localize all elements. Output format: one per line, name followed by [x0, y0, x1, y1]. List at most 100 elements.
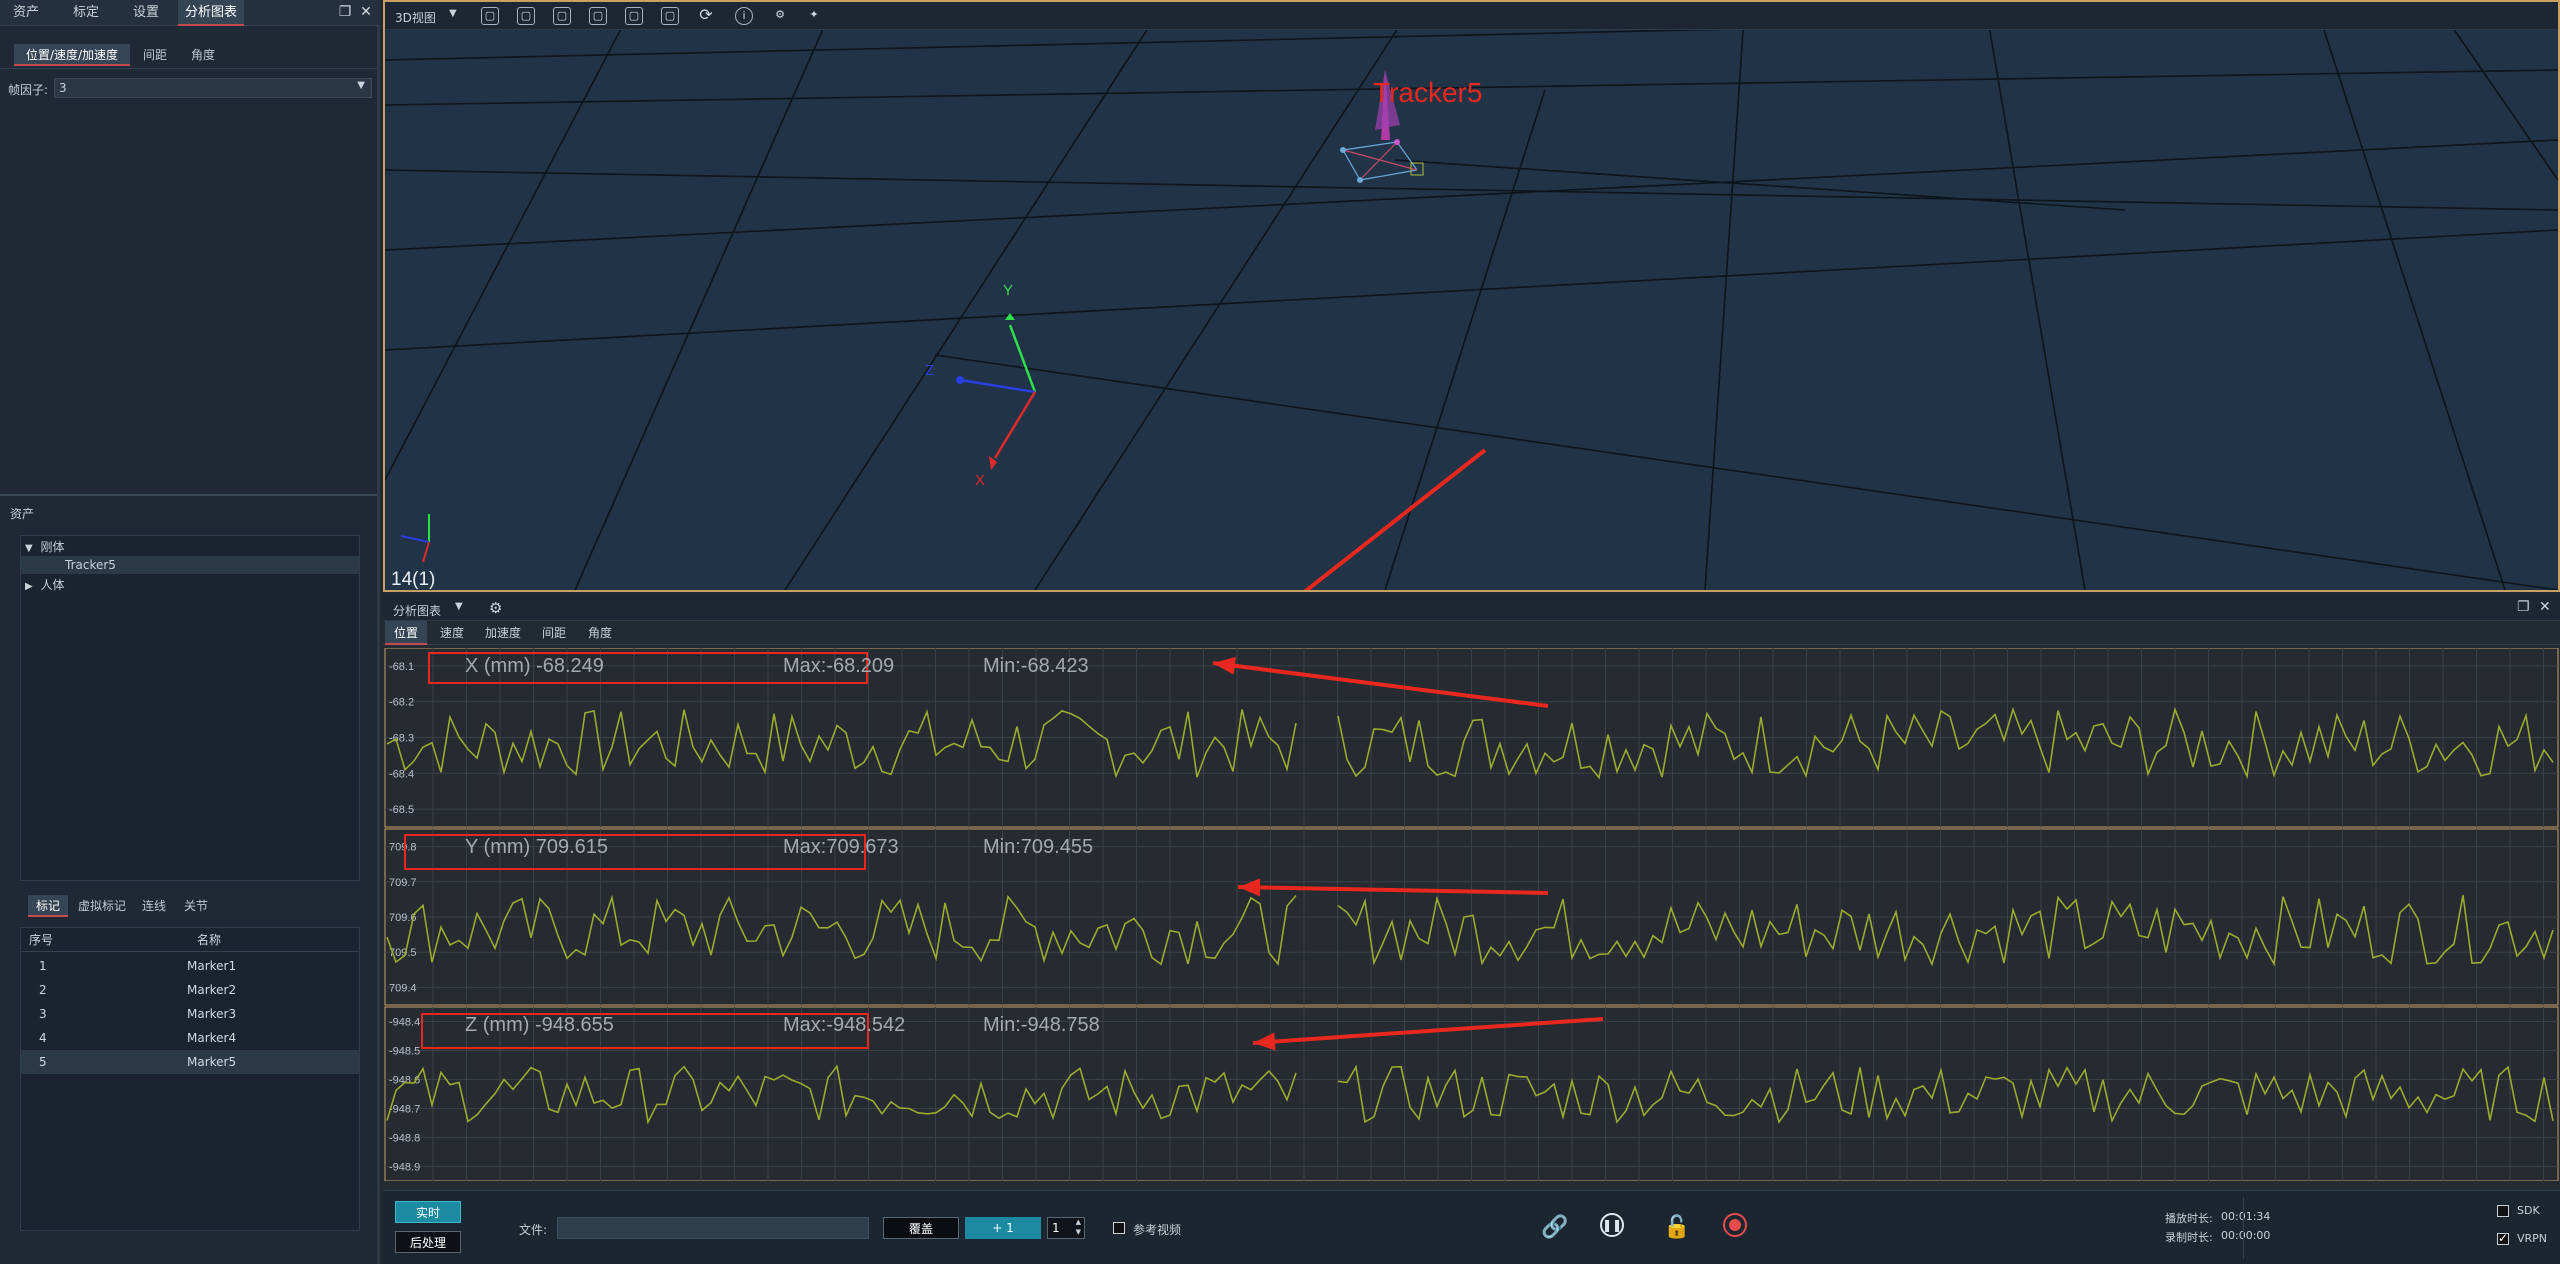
increment-stepper[interactable]: 1 ▲ ▼ — [1047, 1217, 1085, 1239]
table-row[interactable]: 5 Marker5 — [21, 1050, 359, 1074]
ref-video-checkbox[interactable] — [1113, 1222, 1125, 1234]
stepper-value: 1 — [1052, 1221, 1060, 1235]
restore-icon[interactable]: ❐ — [337, 4, 353, 20]
min-label: Min:709.455 — [983, 836, 1093, 858]
tick-label: 709.4 — [389, 982, 417, 994]
table-row[interactable]: 2 Marker2 — [21, 978, 359, 1002]
caret-down-icon: ▼ — [25, 543, 33, 554]
axis-x-label: X — [975, 472, 985, 489]
gear-icon[interactable]: ⚙ — [489, 599, 502, 617]
cell-name: Marker3 — [187, 1007, 237, 1021]
table-row[interactable]: 4 Marker4 — [21, 1026, 359, 1050]
subtab-pos-vel-acc[interactable]: 位置/速度/加速度 — [14, 44, 130, 66]
marker-tab-joints[interactable]: 关节 — [176, 895, 216, 917]
3d-view[interactable]: 3D视图 ▼ ▢ ▢ ▢ ▢ ▢ ▢ ⟳ i ⚙ ✦ Tracker5 Y Z … — [383, 0, 2560, 592]
tree-item-tracker5[interactable]: Tracker5 — [21, 556, 359, 574]
bottom-toolbar: 实时 后处理 文件: 覆盖 + 1 1 ▲ ▼ 参考视频 🔗 ❚❚ 🔓 播放时长… — [383, 1190, 2560, 1264]
robot-icon[interactable]: ⚙ — [771, 7, 789, 25]
3d-scene: Tracker5 Y Z X 14(1) — [385, 30, 2558, 590]
tab-analysis-chart[interactable]: 分析图表 — [178, 0, 244, 26]
tab-position[interactable]: 位置 — [385, 621, 427, 645]
view-bottom-icon[interactable]: ▢ — [661, 7, 679, 25]
stepper-up-icon[interactable]: ▲ — [1076, 1218, 1081, 1226]
postprocess-button[interactable]: 后处理 — [395, 1231, 461, 1253]
frame-info: 14(1) — [391, 569, 435, 590]
mini-axes-icon — [400, 514, 430, 563]
play-duration-label: 播放时长: — [2165, 1212, 2213, 1225]
chevron-down-icon[interactable]: ▼ — [449, 8, 457, 19]
series-label: X (mm) -68.249 — [465, 655, 604, 677]
assets-title: 资产 — [10, 507, 35, 521]
subtab-angle[interactable]: 角度 — [180, 44, 226, 66]
tab-acceleration[interactable]: 加速度 — [477, 621, 529, 645]
realtime-button[interactable]: 实时 — [395, 1201, 461, 1223]
table-row[interactable]: 1 Marker1 — [21, 954, 359, 978]
analysis-panel: 分析图表 ▼ ⚙ ❐ ✕ 位置 速度 加速度 间距 角度 -68.1 -68.2-… — [383, 595, 2560, 1264]
analysis-header: 分析图表 ▼ ⚙ ❐ ✕ — [383, 595, 2560, 621]
tree-item-rigid[interactable]: ▼ 刚体 — [25, 538, 65, 556]
cell-name: Marker2 — [187, 983, 237, 997]
tab-assets[interactable]: 资产 — [0, 0, 52, 26]
vrpn-checkbox[interactable] — [2497, 1231, 2509, 1245]
link-icon[interactable]: 🔗 — [1540, 1213, 1570, 1243]
record-icon[interactable] — [1723, 1213, 1747, 1237]
left-tabbar: 资产 标定 设置 分析图表 ❐ ✕ — [0, 0, 380, 26]
play-duration-value: 00:01:34 — [2221, 1210, 2271, 1223]
tick-label: -68.2 — [389, 697, 414, 709]
file-label: 文件: — [519, 1223, 548, 1237]
subtab-distance[interactable]: 间距 — [132, 44, 178, 66]
view-right-icon[interactable]: ▢ — [589, 7, 607, 25]
axis-z-label: Z — [925, 362, 934, 379]
info-icon[interactable]: i — [735, 7, 753, 25]
position-charts[interactable]: -68.1 -68.2 -68.3 -68.4 -68.5 X (mm) -68.249 M… — [383, 648, 2560, 1181]
frame-factor-label: 帧因子: — [8, 83, 49, 97]
tree-item-human[interactable]: ▶ 人体 — [25, 576, 65, 594]
chevron-down-icon[interactable]: ▼ — [455, 601, 463, 612]
cell-index: 5 — [39, 1055, 47, 1069]
restore-icon[interactable]: ❐ — [2517, 599, 2530, 615]
left-panel: 资产 标定 设置 分析图表 ❐ ✕ 位置/速度/加速度 间距 角度 帧因子: 3… — [0, 0, 380, 1264]
marker-tab-markers[interactable]: 标记 — [28, 895, 68, 917]
chart-1[interactable]: 709.8709.7709.6709.5709.4Y (mm) 709.615 M… — [384, 828, 2559, 1006]
pause-icon[interactable]: ❚❚ — [1600, 1213, 1624, 1237]
sdk-checkbox[interactable] — [2497, 1205, 2509, 1217]
min-label: Min:-68.423 — [983, 655, 1089, 677]
chart-2[interactable]: -948.4-948.5-948.6-948.7-948.8-948.9Z (m… — [384, 1006, 2559, 1181]
overwrite-button[interactable]: 覆盖 — [883, 1217, 959, 1239]
series-label: Z (mm) -948.655 — [465, 1014, 614, 1036]
close-icon[interactable]: ✕ — [2539, 599, 2551, 615]
plus-one-button[interactable]: + 1 — [965, 1217, 1041, 1239]
tab-settings[interactable]: 设置 — [120, 0, 172, 26]
view-left-icon[interactable]: ▢ — [553, 7, 571, 25]
view-top-icon[interactable]: ▢ — [625, 7, 643, 25]
person-icon[interactable]: ✦ — [805, 7, 823, 25]
file-input[interactable] — [557, 1217, 869, 1239]
marker-tab-links[interactable]: 连线 — [134, 895, 174, 917]
max-label: Max:-68.209 — [783, 655, 894, 677]
header-name: 名称 — [197, 933, 222, 947]
view-front-icon[interactable]: ▢ — [481, 7, 499, 25]
chart-0[interactable]: -68.1 -68.2 -68.3 -68.4 -68.5 X (mm) -68.249 M… — [384, 648, 2559, 828]
tab-calibration[interactable]: 标定 — [60, 0, 112, 26]
ref-video-label: 参考视频 — [1133, 1223, 1182, 1237]
tab-angle[interactable]: 角度 — [579, 621, 621, 645]
tree-label-rigid: 刚体 — [40, 540, 65, 554]
table-row[interactable]: 3 Marker3 — [21, 1002, 359, 1026]
tab-velocity[interactable]: 速度 — [431, 621, 473, 645]
tree-label-tracker5: Tracker5 — [65, 558, 116, 572]
analysis-tabs: 位置 速度 加速度 间距 角度 — [383, 621, 2560, 645]
tick-label: -948.7 — [389, 1104, 420, 1116]
analysis-title: 分析图表 — [393, 604, 442, 618]
frame-factor-select[interactable]: 3 ▼ — [54, 78, 372, 98]
cell-index: 3 — [39, 1007, 47, 1021]
cell-index: 1 — [39, 959, 47, 973]
refresh-icon[interactable]: ⟳ — [697, 7, 715, 25]
tab-distance[interactable]: 间距 — [533, 621, 575, 645]
unlock-icon[interactable]: 🔓 — [1662, 1213, 1692, 1243]
close-icon[interactable]: ✕ — [358, 4, 374, 20]
marker-tab-virtual[interactable]: 虚拟标记 — [72, 895, 132, 917]
record-duration-label: 录制时长: — [2165, 1231, 2213, 1244]
header-index: 序号 — [29, 933, 54, 947]
view-back-icon[interactable]: ▢ — [517, 7, 535, 25]
stepper-down-icon[interactable]: ▼ — [1076, 1228, 1081, 1236]
